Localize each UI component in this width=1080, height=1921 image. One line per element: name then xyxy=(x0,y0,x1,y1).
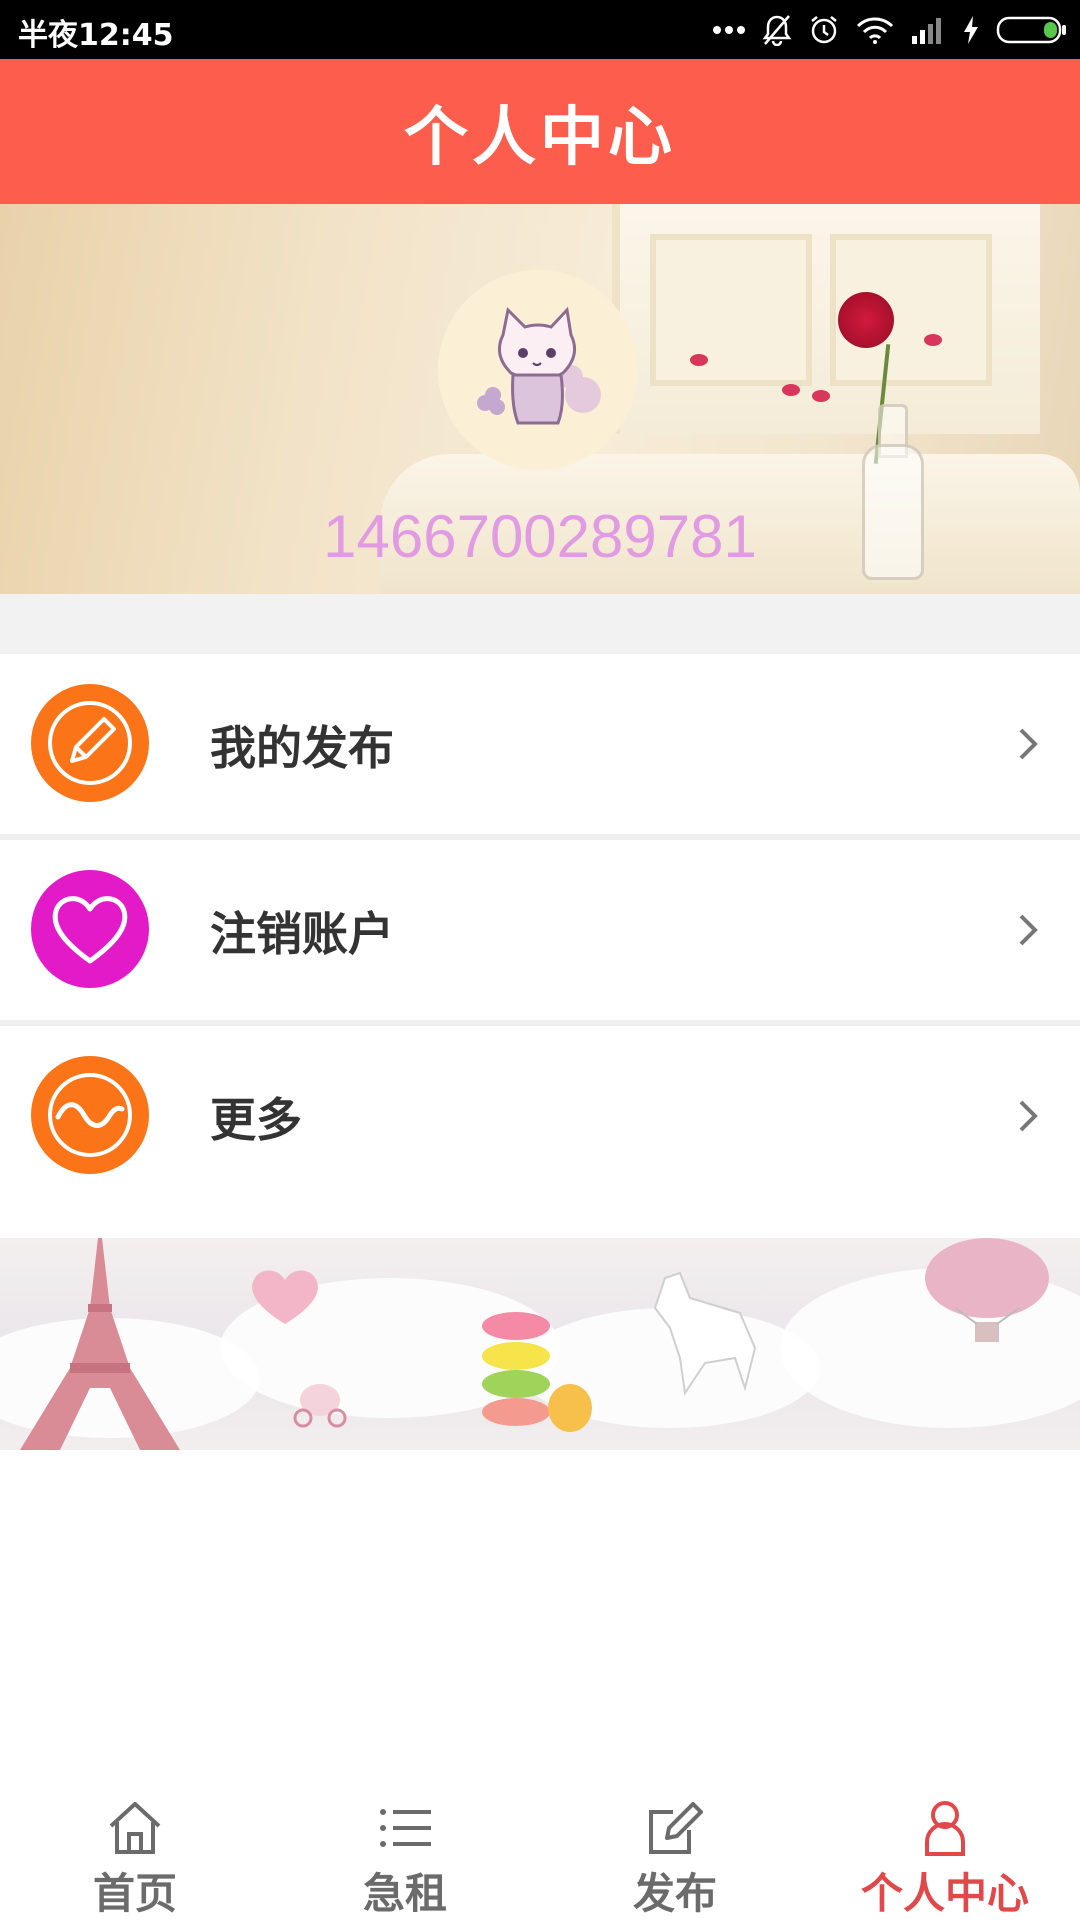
username: 14667002897​81 xyxy=(323,503,757,570)
menu-item-delete-account[interactable]: 注销账户 xyxy=(0,840,1080,1026)
home-icon xyxy=(109,1802,161,1854)
petal-decoration xyxy=(690,354,708,366)
tab-label: 急租 xyxy=(362,1869,447,1918)
menu-icon-circle xyxy=(31,1056,149,1174)
alarm-icon xyxy=(811,16,837,44)
status-bar: 半夜12:45 xyxy=(0,0,1080,59)
rose-decoration xyxy=(838,292,894,348)
tab-label: 首页 xyxy=(92,1869,177,1918)
cat-avatar-icon xyxy=(477,306,601,425)
avatar[interactable] xyxy=(438,270,638,470)
menu-item-more[interactable]: 更多 xyxy=(0,1026,1080,1206)
section-divider xyxy=(0,594,1080,654)
profile-banner: 14667002897​81 xyxy=(0,204,1080,594)
chevron-right-icon xyxy=(1019,914,1038,946)
menu-icon-circle xyxy=(31,684,149,802)
page-title: 个人中心 xyxy=(404,100,676,175)
horse-icon xyxy=(653,1271,757,1396)
tab-publish[interactable]: 发布 xyxy=(540,1780,810,1920)
heart-icon xyxy=(52,896,128,964)
pencil-icon xyxy=(48,701,132,785)
edit-icon xyxy=(649,1802,703,1854)
menu-list: 我的发布 注销账户 更多 xyxy=(0,654,1080,1206)
signal-icon xyxy=(912,18,941,44)
status-icons xyxy=(712,8,1068,52)
charging-icon xyxy=(964,16,978,44)
tab-urgent-rent[interactable]: 急租 xyxy=(270,1780,540,1920)
bottom-tab-bar: 首页 急租 发布 个人中心 xyxy=(0,1780,1080,1920)
eiffel-tower-icon xyxy=(20,1238,180,1450)
wave-icon xyxy=(48,1073,132,1157)
wifi-icon xyxy=(856,17,894,44)
tab-label: 个人中心 xyxy=(860,1869,1029,1918)
app-header: 个人中心 xyxy=(0,59,1080,204)
menu-icon-circle xyxy=(31,870,149,988)
petal-decoration xyxy=(924,334,942,346)
decorative-banner xyxy=(0,1238,1080,1450)
menu-label: 更多 xyxy=(210,1093,302,1147)
menu-label: 我的发布 xyxy=(210,721,394,775)
tab-label: 发布 xyxy=(632,1869,717,1918)
battery-icon xyxy=(996,16,1066,44)
bell-off-icon xyxy=(762,15,792,46)
chevron-right-icon xyxy=(1019,728,1038,760)
tab-personal-center[interactable]: 个人中心 xyxy=(810,1780,1080,1920)
carriage-icon xyxy=(293,1384,347,1428)
status-time: 半夜12:45 xyxy=(18,18,174,53)
macaron-stack-icon xyxy=(482,1312,592,1432)
heart-balloon-icon xyxy=(252,1270,318,1324)
more-dots-icon xyxy=(713,26,745,34)
petal-decoration xyxy=(782,384,800,396)
hot-air-balloon-icon xyxy=(925,1238,1049,1342)
list-icon xyxy=(380,1809,431,1847)
petal-decoration xyxy=(812,390,830,402)
menu-label: 注销账户 xyxy=(210,907,394,961)
person-icon xyxy=(925,1801,965,1856)
chevron-right-icon xyxy=(1019,1100,1038,1132)
menu-item-my-posts[interactable]: 我的发布 xyxy=(0,654,1080,840)
tab-home[interactable]: 首页 xyxy=(0,1780,270,1920)
